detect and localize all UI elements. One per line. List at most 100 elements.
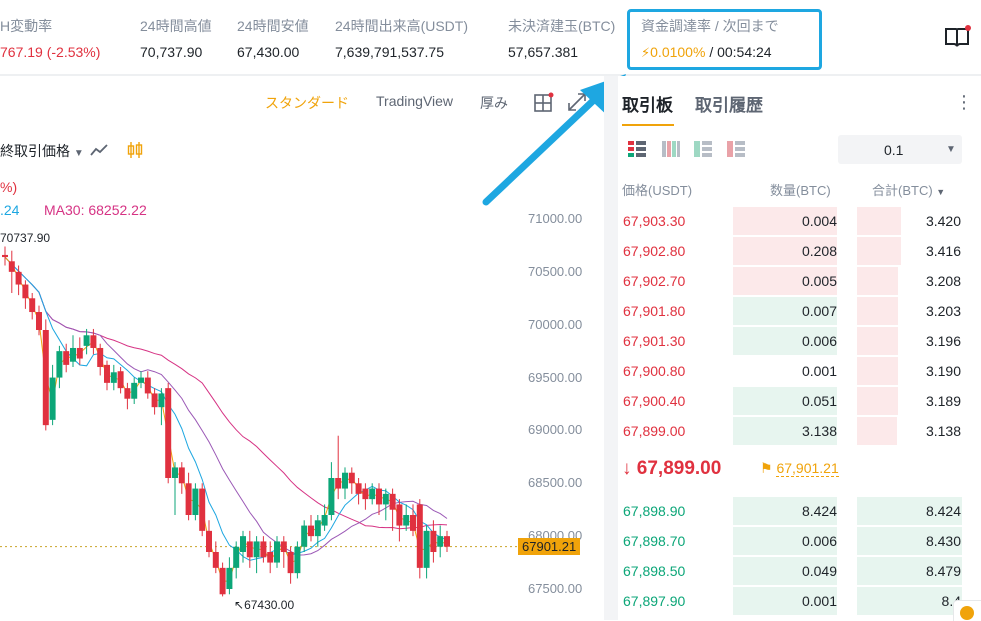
row-price: 67,903.30: [623, 213, 686, 229]
candle-body: [70, 347, 76, 362]
row-price: 67,900.40: [623, 393, 686, 409]
ask-row[interactable]: 67,902.80 0.208 3.416: [618, 236, 981, 266]
candle-body: [348, 472, 355, 484]
chart-mode-tradingview[interactable]: TradingView: [376, 93, 453, 109]
book-icon[interactable]: [944, 24, 972, 50]
tab-active-underline: [622, 124, 674, 126]
row-price: 67,901.30: [623, 333, 686, 349]
candle-body: [199, 488, 206, 531]
bid-row[interactable]: 67,898.70 0.006 8.430: [618, 526, 981, 556]
ask-row[interactable]: 67,903.30 0.004 3.420: [618, 206, 981, 236]
candle-body: [416, 504, 423, 568]
candle-body: [90, 335, 97, 348]
ask-row[interactable]: 67,900.80 0.001 3.190: [618, 356, 981, 386]
ask-row[interactable]: 67,899.00 3.138 3.138: [618, 416, 981, 446]
ma7-line: [4, 256, 448, 561]
total-depth-bar: [857, 267, 898, 295]
line-chart-icon[interactable]: [90, 142, 110, 158]
candle-body: [117, 371, 124, 389]
candle-body: [287, 552, 294, 574]
stat-low-value: 67,430.00: [237, 44, 300, 60]
candle-body: [253, 541, 260, 558]
stat-high-label: 24時間高値: [140, 18, 212, 34]
chart-mode-standard[interactable]: スタンダード: [265, 93, 349, 113]
header-qty: 数量(BTC): [770, 183, 831, 198]
candle-body: [8, 261, 15, 272]
precision-value: 0.1: [884, 142, 904, 158]
candle-body: [389, 493, 396, 510]
chart-high-label: 70737.90: [0, 231, 51, 245]
ma30-line: [4, 256, 448, 530]
row-qty: 0.051: [801, 393, 837, 409]
chart-low-label: 67430.00: [244, 598, 295, 612]
stat-high: 24時間高値 70,737.90: [140, 16, 212, 60]
candle-body: [138, 377, 144, 383]
row-price: 67,901.80: [623, 303, 686, 319]
mark-price[interactable]: ⚑ 67,901.21: [760, 460, 839, 477]
candle-body: [29, 298, 36, 313]
ask-row[interactable]: 67,901.30 0.006 3.196: [618, 326, 981, 356]
candle-body: [382, 493, 389, 505]
candle-body: [56, 351, 63, 378]
candle-body: [226, 567, 233, 589]
row-total: 3.189: [925, 393, 961, 409]
candle-body: [355, 483, 362, 494]
candle-body: [233, 546, 240, 568]
orderbook-columns-icon[interactable]: [662, 140, 680, 158]
caret-down-icon: ▼: [936, 187, 946, 197]
row-price: 67,899.00: [623, 423, 686, 439]
tab-orderbook[interactable]: 取引板: [622, 91, 673, 116]
candle-body: [212, 552, 219, 568]
row-qty: 0.007: [801, 303, 837, 319]
candle-body: [172, 467, 178, 478]
stat-low-label: 24時間安値: [237, 18, 309, 34]
ask-row[interactable]: 67,900.40 0.051 3.189: [618, 386, 981, 416]
candle-body: [124, 388, 131, 399]
ask-row[interactable]: 67,902.70 0.005 3.208: [618, 266, 981, 296]
tab-trade-history[interactable]: 取引履歴: [695, 91, 763, 116]
price-axis-tick: 69500.00: [528, 369, 583, 385]
candle-body: [42, 330, 49, 426]
orderbook-asks-icon[interactable]: [727, 140, 745, 158]
mark-price-value: 67,901.21: [776, 460, 839, 477]
stat-high-value: 70,737.90: [140, 44, 203, 60]
candle-body: [362, 488, 369, 500]
ma15-line: [4, 256, 448, 556]
price-type-label: 終取引価格: [0, 143, 70, 159]
candle-body: [22, 284, 29, 299]
row-price: 67,900.80: [623, 363, 686, 379]
candle-body: [423, 530, 430, 568]
candlestick-chart[interactable]: [0, 170, 520, 620]
precision-select[interactable]: 0.1 ▼: [838, 135, 962, 164]
last-price-value: 67,899.00: [636, 458, 722, 479]
ask-row[interactable]: 67,901.80 0.007 3.203: [618, 296, 981, 326]
candle-body: [49, 377, 56, 420]
candle-body: [15, 271, 22, 285]
bid-row[interactable]: 67,898.50 0.049 8.479: [618, 556, 981, 586]
chat-widget[interactable]: [953, 600, 981, 621]
candle-body: [158, 393, 165, 408]
candle-body: [396, 504, 403, 526]
orderbook-both-icon[interactable]: [628, 140, 646, 158]
row-total: 3.420: [925, 213, 961, 229]
candle-body: [131, 382, 138, 399]
bid-row[interactable]: 67,898.90 8.424 8.424: [618, 496, 981, 526]
stat-volume-label: 24時間出来高(USDT): [335, 18, 469, 34]
current-price-tag: 67901.21: [518, 538, 581, 555]
candle-body: [104, 364, 110, 383]
row-total: 8.479: [925, 563, 961, 579]
orderbook-bids-icon[interactable]: [694, 140, 712, 158]
more-vertical-icon[interactable]: ⋮: [955, 92, 973, 113]
price-axis-tick: 71000.00: [528, 211, 583, 226]
total-depth-bar: [857, 237, 902, 265]
caret-down-icon: ▼: [946, 144, 956, 155]
bid-row[interactable]: 67,897.90 0.001 8.4: [618, 586, 981, 616]
row-qty: 0.049: [801, 563, 837, 579]
row-total: 8.430: [925, 533, 961, 549]
header-total[interactable]: 合計(BTC) ▼: [872, 180, 945, 199]
price-axis-tick: 67500.00: [528, 581, 583, 596]
candlestick-icon[interactable]: [126, 141, 144, 159]
price-type-selector[interactable]: 終取引価格 ▼: [0, 141, 84, 161]
candle-body: [410, 515, 416, 531]
candle-body: [335, 478, 342, 489]
